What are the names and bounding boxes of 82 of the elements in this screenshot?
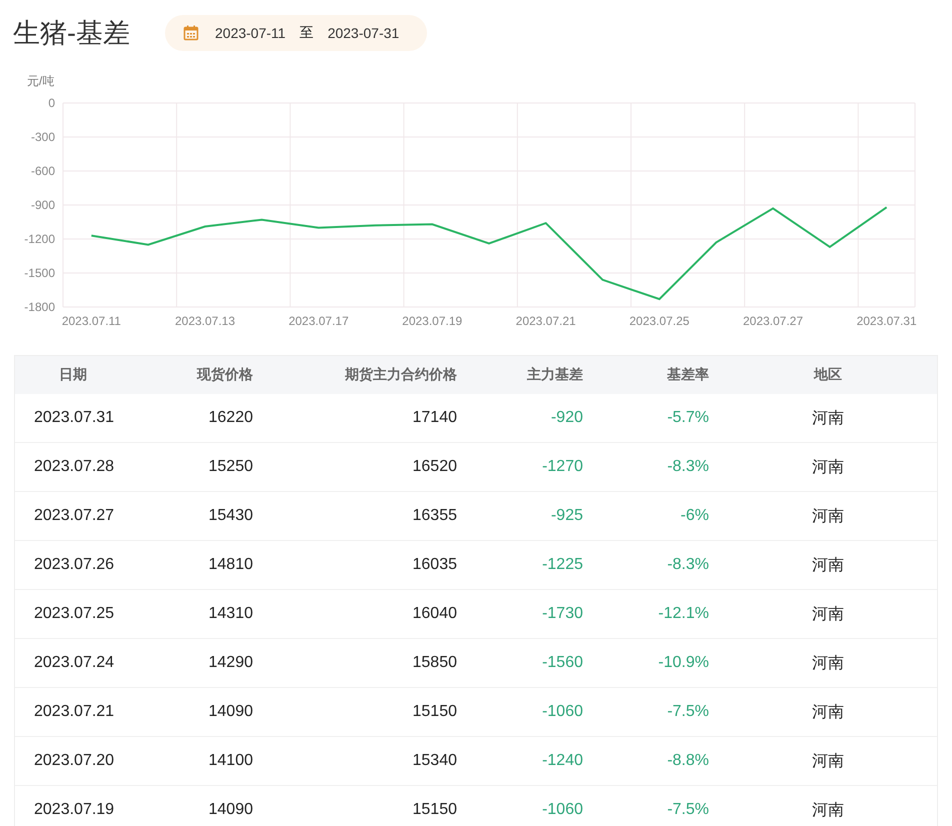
x-axis-label: 2023.07.13 (174, 314, 236, 328)
y-axis-label: -1200 (24, 232, 55, 246)
region-cell-text: 河南 (811, 702, 845, 722)
region-cell-text: 河南 (811, 654, 845, 674)
basis-rate-cell-text: -12.1% (657, 605, 710, 623)
basis-cell-text: -925 (550, 507, 584, 525)
y-axis-label: -900 (30, 198, 55, 212)
y-axis-label: 0 (48, 96, 55, 110)
spot-price-cell-text: 14090 (208, 801, 254, 819)
x-axis-label: 2023.07.27 (742, 314, 804, 328)
y-axis-label: -1500 (24, 266, 55, 280)
date-cell-text: 2023.07.26 (33, 556, 116, 574)
spot-price-cell-text: 14100 (208, 752, 254, 770)
futures-price-cell-text: 16040 (412, 605, 458, 623)
region-cell-text: 河南 (811, 604, 845, 624)
basis-rate-cell-text: -6% (680, 507, 710, 525)
date-cell-text: 2023.07.20 (33, 752, 116, 770)
date-range-picker[interactable]: 2023-07-11 至 2023-07-31 (165, 15, 428, 51)
y-axis-label: -1800 (24, 300, 55, 314)
spot-price-cell-text: 14310 (208, 605, 254, 623)
calendar-icon (183, 25, 199, 41)
basis-cell-text: -1060 (541, 703, 584, 721)
basis-rate-cell-text: -8.8% (666, 752, 710, 770)
basis-cell-text: -1060 (541, 801, 584, 819)
basis-rate-cell-text: -7.5% (666, 703, 710, 721)
date-cell-text: 2023.07.21 (33, 703, 116, 721)
column-header: 期货主力合约价格 (344, 366, 458, 384)
region-cell-text: 河南 (811, 556, 845, 576)
futures-price-cell-text: 16520 (412, 458, 458, 476)
x-axis-label: 2023.07.11 (62, 314, 121, 328)
y-axis-unit: 元/吨 (27, 74, 54, 88)
futures-price-cell-text: 15850 (412, 654, 458, 672)
spot-price-cell-text: 14810 (208, 556, 254, 574)
date-cell-text: 2023.07.27 (33, 507, 116, 525)
basis-cell-text: -1240 (541, 752, 584, 770)
basis-rate-cell-text: -8.3% (666, 556, 710, 574)
x-axis-label: 2023.07.31 (856, 314, 917, 328)
region-cell-text: 河南 (811, 752, 845, 772)
x-axis-label: 2023.07.21 (516, 314, 576, 328)
futures-price-cell-text: 17140 (412, 409, 458, 427)
column-header: 地区 (812, 366, 843, 384)
y-axis-label: -600 (30, 164, 55, 178)
end-date: 2023-07-31 (328, 25, 400, 41)
basis-cell-text: -920 (550, 409, 584, 427)
region-cell-text: 河南 (811, 458, 845, 478)
start-date: 2023-07-11 (215, 25, 286, 41)
date-cell-text: 2023.07.28 (33, 458, 116, 476)
x-axis-label: 2023.07.19 (402, 314, 462, 328)
spot-price-cell-text: 14290 (208, 654, 254, 672)
futures-price-cell-text: 16035 (412, 556, 458, 574)
basis-cell-text: -1270 (541, 458, 584, 476)
spot-price-cell-text: 16220 (208, 409, 254, 427)
futures-price-cell-text: 15150 (412, 801, 458, 819)
column-header: 基差率 (666, 366, 710, 384)
column-header: 日期 (58, 366, 88, 384)
spot-price-cell-text: 14090 (208, 703, 254, 721)
basis-cell-text: -1730 (541, 605, 584, 623)
date-cell-text: 2023.07.19 (33, 801, 116, 819)
x-axis-label: 2023.07.17 (288, 314, 349, 328)
basis-rate-cell-text: -7.5% (666, 801, 710, 819)
page-title: 生猪-基差 (13, 17, 130, 50)
basis-cell-text: -1560 (541, 654, 584, 672)
basis-rate-cell-text: -8.3% (666, 458, 710, 476)
x-axis-label: 2023.07.25 (629, 314, 690, 328)
date-cell-text: 2023.07.24 (33, 654, 116, 672)
futures-price-cell-text: 15340 (412, 752, 458, 770)
region-cell-text: 河南 (811, 408, 845, 428)
basis-rate-cell-text: -5.7% (666, 409, 710, 427)
futures-price-cell-text: 16355 (412, 507, 458, 525)
futures-price-cell-text: 15150 (412, 703, 458, 721)
spot-price-cell-text: 15430 (208, 507, 254, 525)
column-header: 主力基差 (526, 366, 584, 384)
date-cell-text: 2023.07.31 (33, 409, 116, 427)
date-cell-text: 2023.07.25 (33, 605, 116, 623)
spot-price-cell-text: 15250 (208, 458, 254, 476)
region-cell-text: 河南 (811, 506, 845, 526)
column-header: 现货价格 (196, 366, 254, 384)
region-cell-text: 河南 (811, 800, 845, 820)
y-axis-label: -300 (30, 130, 55, 144)
range-separator: 至 (300, 24, 314, 42)
basis-cell-text: -1225 (541, 556, 584, 574)
basis-rate-cell-text: -10.9% (657, 654, 710, 672)
